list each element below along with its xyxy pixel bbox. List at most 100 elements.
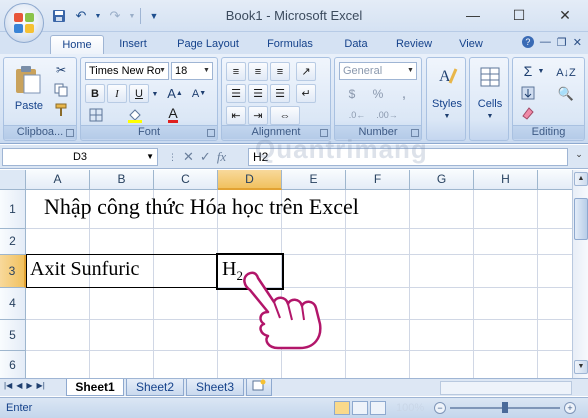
sheet-tab-3[interactable]: Sheet3: [186, 379, 244, 396]
insert-sheet-icon[interactable]: [246, 379, 272, 396]
insert-function-icon[interactable]: fx: [217, 149, 226, 165]
tab-data[interactable]: Data: [334, 35, 378, 54]
scroll-down-icon[interactable]: ▼: [574, 360, 588, 374]
cell-a1[interactable]: Nhập công thức Hóa học trên Excel: [44, 194, 359, 220]
row-header-6[interactable]: 6: [0, 351, 26, 378]
last-sheet-icon[interactable]: ▶|: [37, 381, 45, 390]
number-format-select[interactable]: General ▼: [339, 62, 417, 80]
styles-icon[interactable]: A: [435, 64, 459, 90]
decrease-font-icon[interactable]: A ▼: [189, 84, 209, 103]
clipboard-launcher-icon[interactable]: [66, 129, 74, 137]
ribbon-close-icon[interactable]: ✕: [573, 36, 582, 49]
cells-icon[interactable]: [478, 64, 502, 90]
column-header-d[interactable]: D: [218, 170, 282, 190]
ribbon-minimize-icon[interactable]: —: [540, 36, 551, 49]
percent-icon[interactable]: %: [367, 85, 389, 103]
column-header-c[interactable]: C: [154, 170, 218, 190]
merge-center-icon[interactable]: ⇔: [270, 106, 300, 125]
help-icon[interactable]: ?: [521, 36, 534, 48]
tab-view[interactable]: View: [450, 35, 492, 54]
sheet-tab-1[interactable]: Sheet1: [66, 379, 124, 396]
sort-filter-icon[interactable]: A↓Z: [553, 62, 579, 84]
tab-page-layout[interactable]: Page Layout: [170, 35, 246, 54]
zoom-track[interactable]: [450, 402, 560, 413]
horizontal-scrollbar[interactable]: [440, 381, 572, 395]
first-sheet-icon[interactable]: |◀: [4, 381, 12, 390]
zoom-knob[interactable]: [502, 402, 508, 413]
worksheet-grid[interactable]: A B C D E F G H 1 2 3 4 5 6 Nhập công th…: [0, 170, 572, 378]
font-color-icon[interactable]: A: [163, 106, 183, 124]
font-launcher-icon[interactable]: [207, 129, 215, 137]
paste-icon[interactable]: [12, 64, 44, 96]
cells-label[interactable]: Cells: [470, 98, 510, 110]
zoom-out-icon[interactable]: −: [434, 402, 446, 414]
align-center-icon[interactable]: ☰: [248, 84, 268, 103]
column-header-a[interactable]: A: [26, 170, 90, 190]
currency-icon[interactable]: $: [341, 85, 363, 103]
cell-a3[interactable]: Axit Sunfuric: [30, 258, 139, 281]
row-header-4[interactable]: 4: [0, 288, 26, 320]
increase-indent-icon[interactable]: ⇥: [248, 106, 268, 125]
borders-icon[interactable]: [87, 106, 105, 124]
row-header-5[interactable]: 5: [0, 320, 26, 351]
zoom-slider[interactable]: − +: [434, 402, 576, 414]
close-icon[interactable]: ✕: [542, 0, 588, 30]
cut-icon[interactable]: ✂: [52, 62, 70, 78]
next-sheet-icon[interactable]: ▶: [26, 381, 32, 390]
align-bottom-icon[interactable]: ≡: [270, 62, 290, 81]
font-size-select[interactable]: 18 ▼: [171, 62, 213, 80]
increase-decimal-icon[interactable]: .0←: [345, 106, 369, 124]
column-header-b[interactable]: B: [90, 170, 154, 190]
column-header-f[interactable]: F: [346, 170, 410, 190]
row-header-3[interactable]: 3: [0, 255, 26, 288]
column-header-e[interactable]: E: [282, 170, 346, 190]
cancel-icon[interactable]: ✕: [183, 149, 194, 165]
select-all-corner[interactable]: [0, 170, 26, 190]
align-right-icon[interactable]: ☰: [270, 84, 290, 103]
orientation-icon[interactable]: ↗: [296, 62, 316, 81]
column-header-next[interactable]: [538, 170, 572, 190]
row-header-1[interactable]: 1: [0, 190, 26, 229]
page-break-view-icon[interactable]: [370, 401, 386, 415]
decrease-indent-icon[interactable]: ⇤: [226, 106, 246, 125]
autosum-icon[interactable]: Σ: [519, 62, 537, 80]
vertical-scroll-thumb[interactable]: [574, 198, 588, 240]
ribbon-restore-icon[interactable]: ❐: [557, 36, 567, 49]
maximize-icon[interactable]: ☐: [496, 0, 542, 30]
align-middle-icon[interactable]: ≡: [248, 62, 268, 81]
fill-color-icon[interactable]: [125, 106, 145, 124]
underline-dropdown-icon[interactable]: ▼: [151, 86, 159, 102]
tab-review[interactable]: Review: [388, 35, 440, 54]
tab-insert[interactable]: Insert: [108, 35, 158, 54]
sheet-tab-2[interactable]: Sheet2: [126, 379, 184, 396]
zoom-level[interactable]: 100%: [396, 402, 424, 414]
name-box[interactable]: D3 ▼: [2, 148, 158, 166]
bold-button[interactable]: B: [85, 84, 105, 103]
decrease-decimal-icon[interactable]: .00→: [375, 106, 399, 124]
copy-icon[interactable]: [52, 82, 70, 98]
column-header-g[interactable]: G: [410, 170, 474, 190]
wrap-text-icon[interactable]: ↵: [296, 84, 316, 103]
autosum-dropdown-icon[interactable]: ▼: [537, 64, 545, 78]
expand-formula-icon[interactable]: ⌄: [572, 149, 586, 165]
scroll-up-icon[interactable]: ▲: [574, 172, 588, 186]
enter-icon[interactable]: ✓: [200, 149, 211, 165]
tab-formulas[interactable]: Formulas: [258, 35, 322, 54]
font-name-select[interactable]: Times New Ro ▼: [85, 62, 169, 80]
styles-label[interactable]: Styles: [427, 98, 467, 110]
format-painter-icon[interactable]: [52, 102, 70, 118]
fill-icon[interactable]: [519, 84, 537, 102]
underline-button[interactable]: U: [129, 84, 149, 103]
tab-home[interactable]: Home: [50, 35, 104, 54]
paste-label[interactable]: Paste: [12, 100, 46, 112]
row-header-2[interactable]: 2: [0, 229, 26, 255]
clear-icon[interactable]: [519, 104, 537, 122]
increase-font-icon[interactable]: A ▲: [165, 84, 185, 103]
vertical-scrollbar[interactable]: ▲ ▼: [572, 170, 588, 378]
normal-view-icon[interactable]: [334, 401, 350, 415]
align-left-icon[interactable]: ☰: [226, 84, 246, 103]
align-top-icon[interactable]: ≡: [226, 62, 246, 81]
column-header-h[interactable]: H: [474, 170, 538, 190]
comma-icon[interactable]: ,: [393, 85, 415, 103]
find-select-icon[interactable]: 🔍: [553, 84, 579, 104]
